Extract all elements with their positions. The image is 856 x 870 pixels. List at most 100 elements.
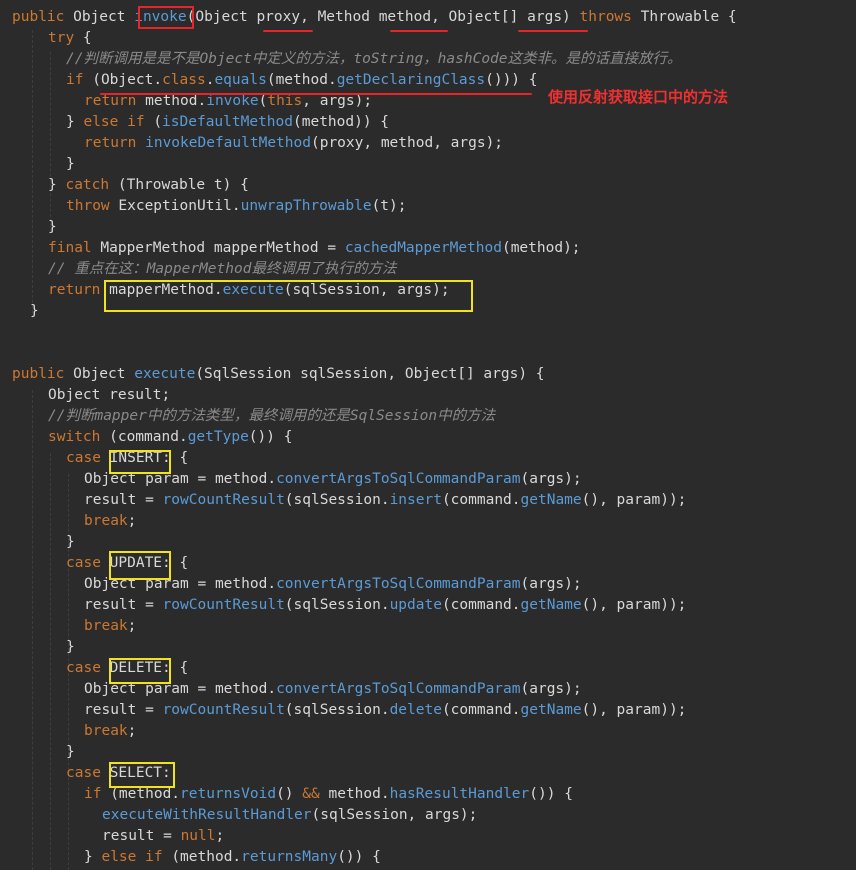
highlight-case-select xyxy=(109,762,175,788)
code-line: result = rowCountResult(sqlSession.inser… xyxy=(84,490,686,511)
code-token: method. xyxy=(145,93,207,109)
code-token: update xyxy=(389,597,442,613)
code-token: (sqlSession. xyxy=(284,702,390,718)
code-token: (t); xyxy=(371,198,407,214)
code-token: return xyxy=(84,93,146,109)
code-token: insert xyxy=(389,492,442,508)
code-token: case xyxy=(66,450,110,466)
indent-guide xyxy=(50,453,51,870)
underline-args xyxy=(518,30,588,32)
code-token: result = xyxy=(84,702,163,718)
code-token: getName xyxy=(520,492,582,508)
indent-guide xyxy=(32,30,33,318)
code-token: } xyxy=(66,534,75,550)
underline-method xyxy=(390,30,448,32)
code-token: (sqlSession. xyxy=(284,597,390,613)
code-token: return xyxy=(48,282,110,298)
code-line: //判断调用是是不是Object中定义的方法，toString，hashCode… xyxy=(66,49,682,70)
code-token: else if xyxy=(83,114,154,130)
code-token: rowCountResult xyxy=(162,492,285,508)
code-token: throws xyxy=(579,9,641,25)
code-token: throw xyxy=(66,198,119,214)
code-token: Object xyxy=(73,9,135,25)
code-token: ; xyxy=(215,828,225,844)
code-token: (SqlSession sqlSession, Object[] args) { xyxy=(195,366,545,382)
highlight-invoke xyxy=(138,6,194,29)
code-token: (sqlSession, args); xyxy=(311,807,478,823)
code-token: try xyxy=(48,30,83,46)
code-token: if xyxy=(66,72,93,88)
code-line: } xyxy=(66,637,75,658)
indent-guide xyxy=(50,52,51,232)
code-token: Throwable { xyxy=(640,9,737,25)
code-token: . xyxy=(153,72,163,88)
code-token: unwrapThrowable xyxy=(240,198,372,214)
code-token: (method); xyxy=(501,240,581,256)
code-token: } xyxy=(30,303,39,319)
code-token: result = xyxy=(84,492,163,508)
code-token: proxy xyxy=(256,9,301,25)
code-token: result = xyxy=(84,597,163,613)
code-token: } xyxy=(66,744,75,760)
code-token: isDefaultMethod xyxy=(162,114,293,130)
code-token: ())) { xyxy=(485,72,538,88)
code-token: return xyxy=(84,135,146,151)
code-token: catch xyxy=(65,177,118,193)
code-token: , Method xyxy=(300,9,379,25)
code-token: (), param)); xyxy=(581,597,687,613)
code-token: ( xyxy=(92,72,101,88)
code-token: } xyxy=(66,156,75,172)
code-line: executeWithResultHandler(sqlSession, arg… xyxy=(102,805,477,826)
code-line: public Object execute(SqlSession sqlSess… xyxy=(12,364,545,385)
highlight-case-delete xyxy=(109,658,171,684)
code-token: } xyxy=(48,219,57,235)
code-line: } catch (Throwable t) { xyxy=(48,175,249,196)
code-line: result = rowCountResult(sqlSession.delet… xyxy=(84,700,686,721)
code-token: getName xyxy=(520,702,582,718)
code-token: Object xyxy=(73,366,135,382)
code-token: returnsVoid xyxy=(180,786,277,802)
code-token: returnsMany xyxy=(241,849,338,865)
code-token: (proxy, method, args); xyxy=(310,135,504,151)
code-token: rowCountResult xyxy=(162,702,285,718)
code-token: } xyxy=(48,177,66,193)
code-token: break xyxy=(84,513,128,529)
annotation-note: 使用反射获取接口中的方法 xyxy=(548,88,729,106)
code-token: method. xyxy=(328,786,390,802)
code-token: break xyxy=(84,618,128,634)
code-token: (command. xyxy=(441,702,521,718)
code-token: (args); xyxy=(520,576,582,592)
code-token: null xyxy=(180,828,216,844)
code-token: } xyxy=(66,639,75,655)
code-token: ( xyxy=(153,114,163,130)
code-token: } xyxy=(84,849,102,865)
code-token: hasResultHandler xyxy=(389,786,530,802)
code-token: execute xyxy=(134,366,196,382)
code-line: if (Object.class.equals(method.getDeclar… xyxy=(66,70,538,91)
highlight-execute-call xyxy=(104,280,473,312)
code-line: } xyxy=(48,217,57,238)
code-token: case xyxy=(66,660,110,676)
code-line: } xyxy=(66,154,75,175)
code-line: return invokeDefaultMethod(proxy, method… xyxy=(84,133,503,154)
code-line: result = rowCountResult(sqlSession.updat… xyxy=(84,595,686,616)
code-token: (command. xyxy=(441,492,521,508)
code-token: ; xyxy=(127,618,137,634)
code-token: convertArgsToSqlCommandParam xyxy=(276,471,521,487)
code-token: invokeDefaultMethod xyxy=(145,135,311,151)
code-token: cachedMapperMethod xyxy=(344,240,502,256)
code-token: convertArgsToSqlCommandParam xyxy=(276,681,521,697)
code-token: // 重点在这：MapperMethod最终调用了执行的方法 xyxy=(48,261,397,277)
code-token: , Object xyxy=(431,9,501,25)
code-token: ExceptionUtil. xyxy=(118,198,241,214)
code-token: //判断mapper中的方法类型，最终调用的还是SqlSession中的方法 xyxy=(48,408,496,424)
code-token: (sqlSession. xyxy=(284,492,390,508)
underline-equals-check xyxy=(100,93,532,95)
code-token: executeWithResultHandler xyxy=(102,807,312,823)
code-line: } xyxy=(66,532,75,553)
code-line: break; xyxy=(84,721,136,742)
code-token: } xyxy=(66,114,84,130)
code-line: switch (command.getType()) { xyxy=(48,427,292,448)
code-token: public xyxy=(12,9,74,25)
code-line: final MapperMethod mapperMethod = cached… xyxy=(48,238,581,259)
